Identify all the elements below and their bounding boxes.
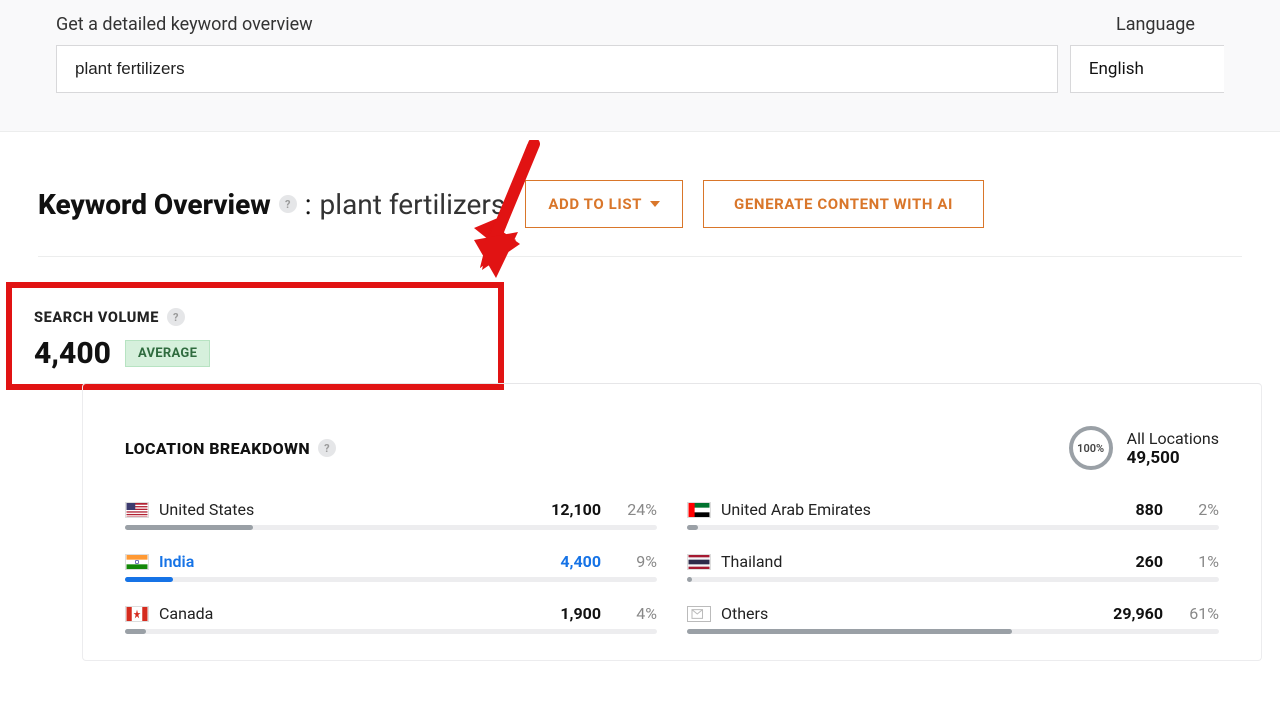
title-colon: : bbox=[305, 188, 312, 221]
all-locations-ring-text: 100% bbox=[1077, 442, 1104, 455]
location-bar-track bbox=[687, 629, 1219, 634]
search-volume-value-row: 4,400 AVERAGE bbox=[34, 336, 476, 371]
location-bar-fill bbox=[687, 629, 1012, 634]
location-bar-fill bbox=[687, 577, 692, 582]
keyword-input[interactable] bbox=[56, 45, 1058, 93]
location-row[interactable]: United States 12,100 24% bbox=[125, 500, 657, 530]
search-volume-badge: AVERAGE bbox=[125, 340, 210, 367]
location-header-row: LOCATION BREAKDOWN ? 100% All Locations … bbox=[125, 426, 1219, 470]
location-value: 29,960 bbox=[1113, 604, 1163, 623]
location-percent: 24% bbox=[619, 500, 657, 519]
field-labels: Get a detailed keyword overview Language bbox=[56, 14, 1224, 35]
location-name: Others bbox=[721, 604, 768, 623]
divider bbox=[38, 256, 1242, 257]
field-row: English bbox=[56, 45, 1224, 93]
language-select-label: Language bbox=[1116, 14, 1195, 35]
location-column-right: United Arab Emirates 880 2% Thailand 260 1% Ot… bbox=[687, 500, 1219, 634]
location-percent: 61% bbox=[1181, 604, 1219, 623]
flag-icon bbox=[687, 502, 711, 518]
location-bar-fill bbox=[125, 577, 173, 582]
location-row-line: India 4,400 9% bbox=[125, 552, 657, 571]
search-volume-card: SEARCH VOLUME ? 4,400 AVERAGE bbox=[6, 282, 504, 390]
location-breakdown-heading: LOCATION BREAKDOWN ? bbox=[125, 439, 336, 458]
location-breakdown-panel: LOCATION BREAKDOWN ? 100% All Locations … bbox=[82, 383, 1262, 661]
location-row-line: United Arab Emirates 880 2% bbox=[687, 500, 1219, 519]
location-column-left: United States 12,100 24% India 4,400 9% Canada… bbox=[125, 500, 657, 634]
search-band: Get a detailed keyword overview Language… bbox=[0, 0, 1280, 132]
location-name: United Arab Emirates bbox=[721, 500, 871, 519]
location-bar-track bbox=[125, 577, 657, 582]
all-locations-text: All Locations 49,500 bbox=[1127, 429, 1219, 468]
content-area: Keyword Overview ? : plant fertilizers A… bbox=[0, 180, 1280, 661]
location-bar-track bbox=[687, 525, 1219, 530]
location-bar-track bbox=[687, 577, 1219, 582]
all-locations-value: 49,500 bbox=[1127, 448, 1219, 468]
help-icon[interactable]: ? bbox=[318, 439, 336, 457]
location-bar-fill bbox=[125, 525, 253, 530]
location-row[interactable]: India 4,400 9% bbox=[125, 552, 657, 582]
location-breakdown-heading-text: LOCATION BREAKDOWN bbox=[125, 439, 310, 458]
location-row-line: Thailand 260 1% bbox=[687, 552, 1219, 571]
location-row[interactable]: Thailand 260 1% bbox=[687, 552, 1219, 582]
location-row-line: Others 29,960 61% bbox=[687, 604, 1219, 623]
location-value: 1,900 bbox=[560, 604, 601, 623]
help-icon[interactable]: ? bbox=[279, 195, 297, 213]
location-percent: 4% bbox=[619, 604, 657, 623]
flag-icon bbox=[687, 554, 711, 570]
location-row-line: Canada 1,900 4% bbox=[125, 604, 657, 623]
location-bar-fill bbox=[125, 629, 146, 634]
location-row-line: United States 12,100 24% bbox=[125, 500, 657, 519]
flag-icon bbox=[125, 554, 149, 570]
add-to-list-label: ADD TO LIST bbox=[548, 195, 642, 213]
page-title-subject: plant fertilizers bbox=[320, 188, 506, 221]
location-columns: United States 12,100 24% India 4,400 9% Canada… bbox=[125, 500, 1219, 634]
location-value: 880 bbox=[1135, 500, 1163, 519]
location-row[interactable]: United Arab Emirates 880 2% bbox=[687, 500, 1219, 530]
help-icon[interactable]: ? bbox=[167, 308, 185, 326]
location-value: 260 bbox=[1135, 552, 1163, 571]
all-locations-ring-icon: 100% bbox=[1069, 426, 1113, 470]
flag-icon bbox=[125, 502, 149, 518]
keyword-input-label: Get a detailed keyword overview bbox=[56, 14, 1116, 35]
page-title: Keyword Overview ? : plant fertilizers bbox=[38, 188, 505, 221]
location-value: 12,100 bbox=[551, 500, 601, 519]
location-row[interactable]: Canada 1,900 4% bbox=[125, 604, 657, 634]
add-to-list-button[interactable]: ADD TO LIST bbox=[525, 180, 683, 228]
location-bar-track bbox=[125, 525, 657, 530]
flag-icon bbox=[125, 606, 149, 622]
chevron-down-icon bbox=[650, 201, 660, 207]
location-name: Canada bbox=[159, 604, 213, 623]
page-title-text: Keyword Overview bbox=[38, 188, 271, 221]
flag-icon bbox=[687, 606, 711, 622]
generate-content-button[interactable]: GENERATE CONTENT WITH AI bbox=[703, 180, 984, 228]
location-percent: 2% bbox=[1181, 500, 1219, 519]
location-name: Thailand bbox=[721, 552, 782, 571]
search-volume-heading-text: SEARCH VOLUME bbox=[34, 309, 159, 326]
location-percent: 9% bbox=[619, 552, 657, 571]
location-row[interactable]: Others 29,960 61% bbox=[687, 604, 1219, 634]
location-name: United States bbox=[159, 500, 254, 519]
search-volume-heading: SEARCH VOLUME ? bbox=[34, 308, 476, 326]
language-select[interactable]: English bbox=[1070, 45, 1224, 93]
location-value: 4,400 bbox=[560, 552, 601, 571]
location-bar-fill bbox=[687, 525, 698, 530]
location-percent: 1% bbox=[1181, 552, 1219, 571]
all-locations-label: All Locations bbox=[1127, 429, 1219, 448]
all-locations-block: 100% All Locations 49,500 bbox=[1069, 426, 1219, 470]
language-select-value: English bbox=[1089, 59, 1144, 79]
page-title-row: Keyword Overview ? : plant fertilizers A… bbox=[38, 180, 1242, 228]
location-name: India bbox=[159, 552, 194, 571]
location-bar-track bbox=[125, 629, 657, 634]
generate-content-label: GENERATE CONTENT WITH AI bbox=[734, 195, 953, 213]
search-volume-value: 4,400 bbox=[34, 336, 111, 371]
